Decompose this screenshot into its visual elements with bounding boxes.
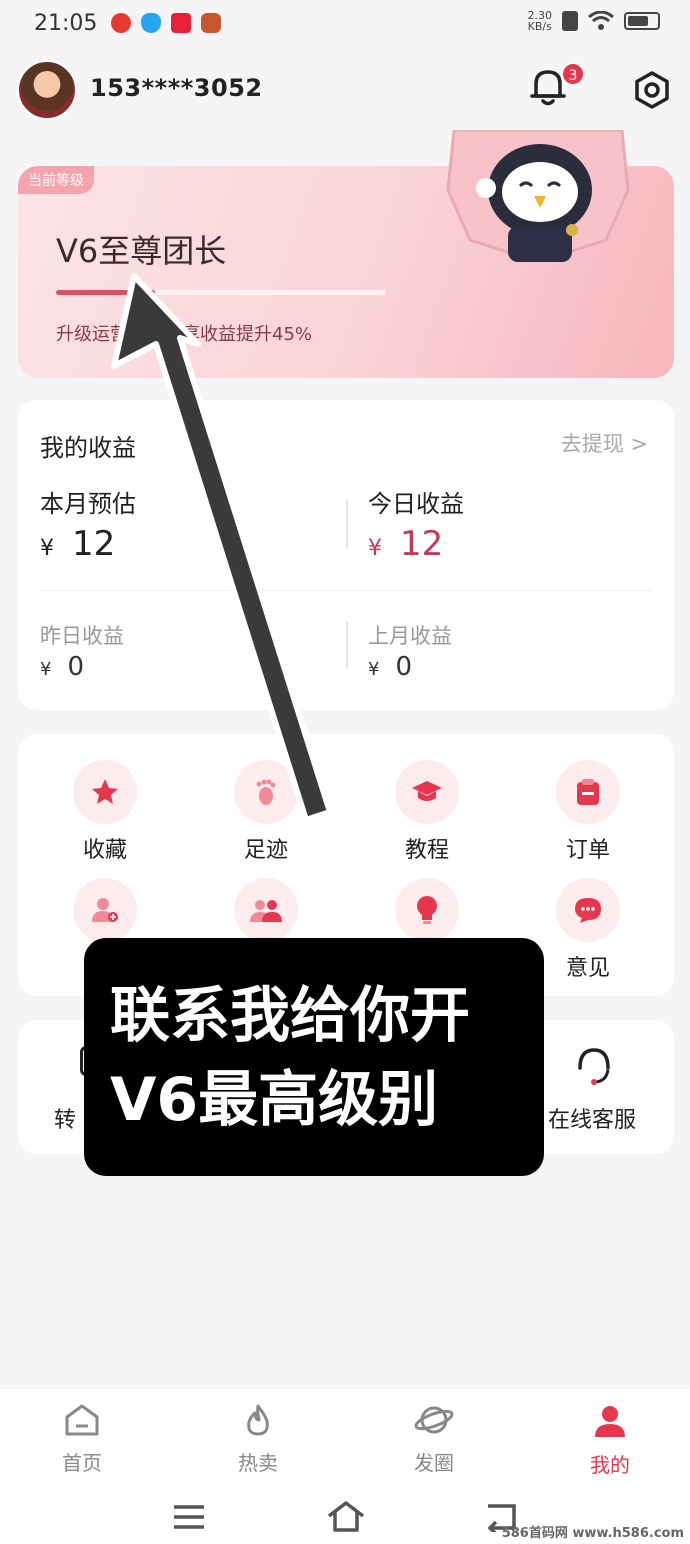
last-month-earnings-label: 上月收益 (368, 624, 452, 648)
menu-item-orders[interactable]: 订单 (528, 760, 648, 864)
notification-badge: 3 (561, 62, 585, 86)
user-icon (595, 1406, 625, 1437)
yesterday-earnings-amount: 0 (67, 652, 84, 682)
last-month-earnings-value: ¥0 (368, 652, 412, 682)
chat-bubble-icon (556, 878, 620, 942)
footprint-icon (234, 760, 298, 824)
withdraw-link[interactable]: 去提现 > (561, 428, 648, 458)
menu-item-favorites[interactable]: 收藏 (45, 760, 165, 864)
tab-hot-sale[interactable]: 热卖 (198, 1403, 318, 1476)
lightbulb-icon (395, 878, 459, 942)
app-notification-icon (111, 13, 132, 33)
network-speed-unit: KB/s (527, 20, 552, 33)
menu-item-label: 收藏 (82, 838, 127, 863)
menu-item-label: 足迹 (243, 838, 288, 863)
yesterday-earnings-value: ¥0 (40, 652, 84, 682)
level-progress-fill (56, 290, 155, 295)
star-icon (73, 760, 137, 824)
currency-symbol: ¥ (40, 659, 52, 680)
menu-item-label: 意见 (565, 956, 610, 981)
tab-label: 发圈 (414, 1451, 454, 1475)
tab-moments[interactable]: 发圈 (374, 1403, 494, 1476)
menu-item-tutorial[interactable]: 教程 (367, 760, 487, 864)
currency-symbol: ¥ (40, 536, 54, 561)
watermark: 586首码网 www.h586.com (501, 1526, 684, 1541)
menu-icon[interactable] (172, 1504, 206, 1530)
divider (346, 500, 348, 548)
service-online-support-label[interactable]: 在线客服 (548, 1102, 636, 1134)
planet-icon (414, 1406, 454, 1434)
profile-header: 153****3052 3 (0, 56, 690, 126)
month-estimate-amount: 12 (72, 524, 116, 564)
today-earnings-label: 今日收益 (368, 490, 464, 518)
last-month-earnings-amount: 0 (395, 652, 412, 682)
month-estimate-value: ¥12 (40, 524, 115, 564)
overlay-message: 联系我给你开 V6最高级别 (84, 938, 544, 1176)
status-right: 2.30 KB/s (528, 10, 660, 32)
level-tag: 当前等级 (18, 166, 94, 194)
settings-icon[interactable] (632, 70, 672, 110)
overlay-line-2: V6最高级别 (110, 1065, 439, 1135)
earnings-title: 我的收益 (40, 434, 136, 462)
currency-symbol: ¥ (368, 659, 380, 680)
clipboard-icon (556, 760, 620, 824)
team-icon (234, 878, 298, 942)
qq-icon (141, 13, 162, 33)
flame-icon (247, 1404, 269, 1436)
level-description: 升级运营…购分享收益提升45% (56, 324, 313, 345)
earnings-card: 我的收益 去提现 > 本月预估 ¥12 今日收益 ¥12 昨日收益 ¥0 上月收… (18, 400, 674, 710)
level-progress-track (56, 290, 386, 295)
avatar[interactable] (17, 60, 77, 120)
status-bar: 21:05 2.30 KB/s (0, 0, 690, 46)
divider (40, 590, 652, 591)
month-estimate-label: 本月预估 (40, 490, 136, 518)
tab-label: 我的 (590, 1453, 630, 1477)
tab-mine[interactable]: 我的 (550, 1403, 670, 1478)
today-earnings-amount: 12 (400, 524, 444, 564)
menu-item-feedback[interactable]: 意见 (528, 878, 648, 982)
today-earnings-value: ¥12 (368, 524, 443, 564)
wifi-icon (588, 11, 614, 30)
penguin-mascot-image (446, 130, 630, 262)
battery-icon (624, 12, 660, 30)
menu-item-footprints[interactable]: 足迹 (206, 760, 326, 864)
overlay-line-1: 联系我给你开 (110, 981, 470, 1051)
network-speed: 2.30 KB/s (528, 10, 553, 32)
menu-item-label: 订单 (565, 838, 610, 863)
divider (346, 622, 348, 668)
game-icon (201, 13, 222, 33)
tab-label: 热卖 (238, 1451, 278, 1475)
home-icon (65, 1404, 99, 1436)
status-time: 21:05 (34, 10, 98, 36)
menu-item-label: 教程 (404, 838, 449, 863)
user-phone: 153****3052 (90, 74, 263, 102)
level-name: V6至尊团长 (56, 232, 227, 270)
tab-label: 首页 (62, 1451, 102, 1475)
bottom-tab-bar: 首页 热卖 发圈 我的 (0, 1388, 690, 1488)
customer-service-icon[interactable] (572, 1044, 616, 1088)
level-card[interactable]: 当前等级 V6至尊团长 升级运营…购分享收益提升45% (18, 130, 674, 378)
tab-home[interactable]: 首页 (22, 1403, 142, 1476)
graduation-cap-icon (395, 760, 459, 824)
service-transfer-label[interactable]: 转 (54, 1102, 76, 1134)
sim-icon (562, 11, 578, 31)
currency-symbol: ¥ (368, 536, 382, 561)
home-nav-icon[interactable] (326, 1500, 366, 1532)
add-user-icon (73, 878, 137, 942)
yesterday-earnings-label: 昨日收益 (40, 624, 124, 648)
app-badge-icon (171, 13, 192, 33)
